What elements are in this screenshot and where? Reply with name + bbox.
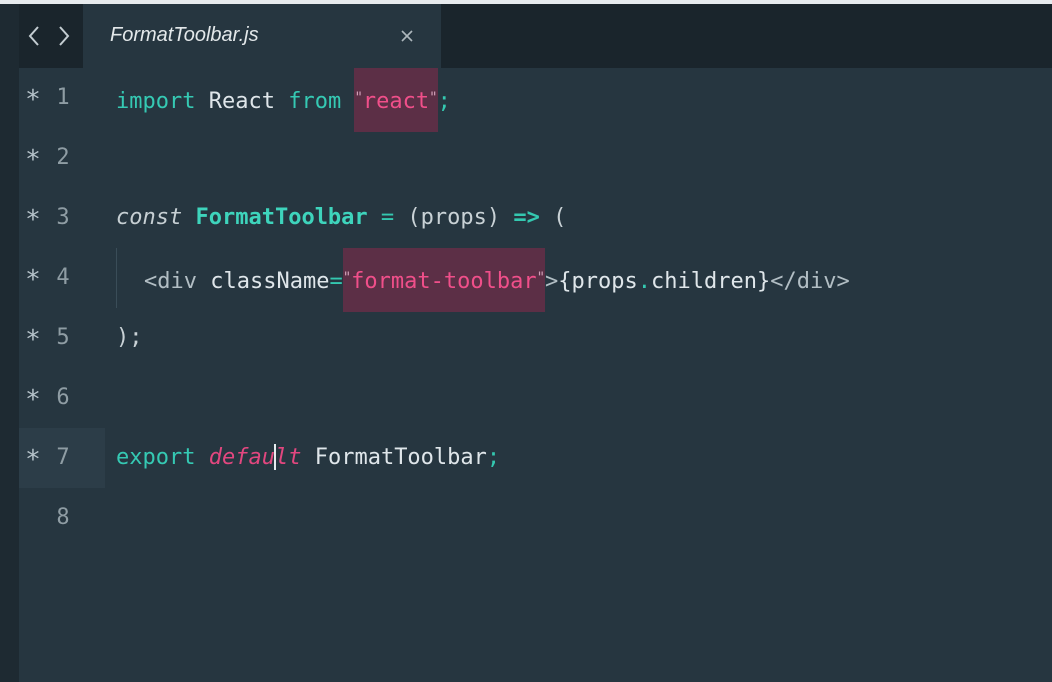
editor-window: FormatToolbar.js * 1 import React from "…: [0, 0, 1052, 682]
open-paren: (: [553, 205, 567, 230]
attribute-classname: className: [210, 269, 330, 294]
code-text: export default FormatToolbar;: [116, 444, 500, 472]
modified-marker: *: [25, 325, 41, 355]
code-line-4[interactable]: * 4 <div className="format-toolbar">{pro…: [19, 248, 1052, 312]
line-number: 6: [56, 385, 70, 410]
string-format-toolbar: format-toolbar: [351, 269, 537, 294]
params: (props): [407, 205, 501, 230]
modified-marker: *: [25, 145, 41, 175]
code-text: import React from "react";: [116, 68, 451, 132]
modified-marker: *: [25, 445, 41, 475]
code-line-1[interactable]: * 1 import React from "react";: [19, 68, 1052, 132]
identifier-formattoolbar: FormatToolbar: [195, 205, 368, 230]
tab-bar: FormatToolbar.js: [19, 4, 1052, 68]
code-line-2[interactable]: * 2: [19, 128, 1052, 188]
operator-arrow: =>: [513, 205, 540, 230]
tag-close-div: </div>: [770, 269, 850, 294]
chevron-left-icon: [28, 26, 39, 46]
forward-button[interactable]: [53, 20, 75, 52]
attribute-equals: =: [329, 269, 343, 294]
modified-marker: *: [25, 85, 41, 115]
expression-props: {props: [558, 269, 638, 294]
keyword-const: const: [116, 205, 183, 230]
keyword-default-end: lt: [274, 445, 302, 470]
tab-title: FormatToolbar.js: [110, 24, 259, 46]
modified-marker: *: [25, 265, 41, 295]
line-number: 4: [56, 265, 70, 290]
identifier-formattoolbar: FormatToolbar: [314, 445, 487, 470]
code-line-6[interactable]: * 6: [19, 368, 1052, 428]
tab-close-button[interactable]: [397, 26, 417, 46]
code-line-5[interactable]: * 5 );: [19, 308, 1052, 368]
code-line-7[interactable]: * 7 export default FormatToolbar;: [19, 428, 1052, 488]
keyword-from: from: [288, 89, 342, 114]
window-left-edge: [0, 4, 19, 682]
tag-close-bracket: >: [545, 269, 559, 294]
indent-guide: [116, 248, 117, 308]
line-number: 5: [56, 325, 70, 350]
code-line-8[interactable]: 8: [19, 488, 1052, 548]
modified-marker: *: [25, 385, 41, 415]
code-text: const FormatToolbar = (props) => (: [116, 204, 566, 232]
member-dot: .: [637, 269, 651, 294]
code-editor[interactable]: * 1 import React from "react"; * 2 * 3 c…: [19, 68, 1052, 682]
chevron-right-icon: [59, 26, 70, 46]
expression-children: children}: [651, 269, 771, 294]
tab-formattoolbar[interactable]: FormatToolbar.js: [83, 4, 441, 68]
tag-open-div: <div: [144, 269, 197, 294]
string-highlight: "react": [354, 68, 438, 132]
identifier-react: React: [208, 89, 275, 114]
code-text: <div className="format-toolbar">{props.c…: [144, 248, 850, 312]
line-number: 3: [56, 205, 70, 230]
string-react: react: [362, 89, 430, 114]
close-icon: [401, 30, 413, 42]
back-button[interactable]: [23, 20, 45, 52]
operator-equals: =: [380, 205, 395, 230]
line-number: 2: [56, 145, 70, 170]
keyword-default-start: defau: [208, 445, 275, 470]
line-number: 1: [56, 85, 70, 110]
modified-marker: *: [25, 205, 41, 235]
semicolon: ;: [486, 445, 501, 470]
line-number: 8: [56, 505, 70, 530]
line-number: 7: [56, 445, 70, 470]
string-highlight: "format-toolbar": [342, 248, 546, 312]
keyword-import: import: [116, 89, 196, 114]
code-text: );: [116, 324, 143, 352]
semicolon: ;: [437, 89, 451, 114]
close-paren-semicolon: );: [116, 325, 143, 350]
code-line-3[interactable]: * 3 const FormatToolbar = (props) => (: [19, 188, 1052, 248]
keyword-export: export: [116, 445, 196, 470]
